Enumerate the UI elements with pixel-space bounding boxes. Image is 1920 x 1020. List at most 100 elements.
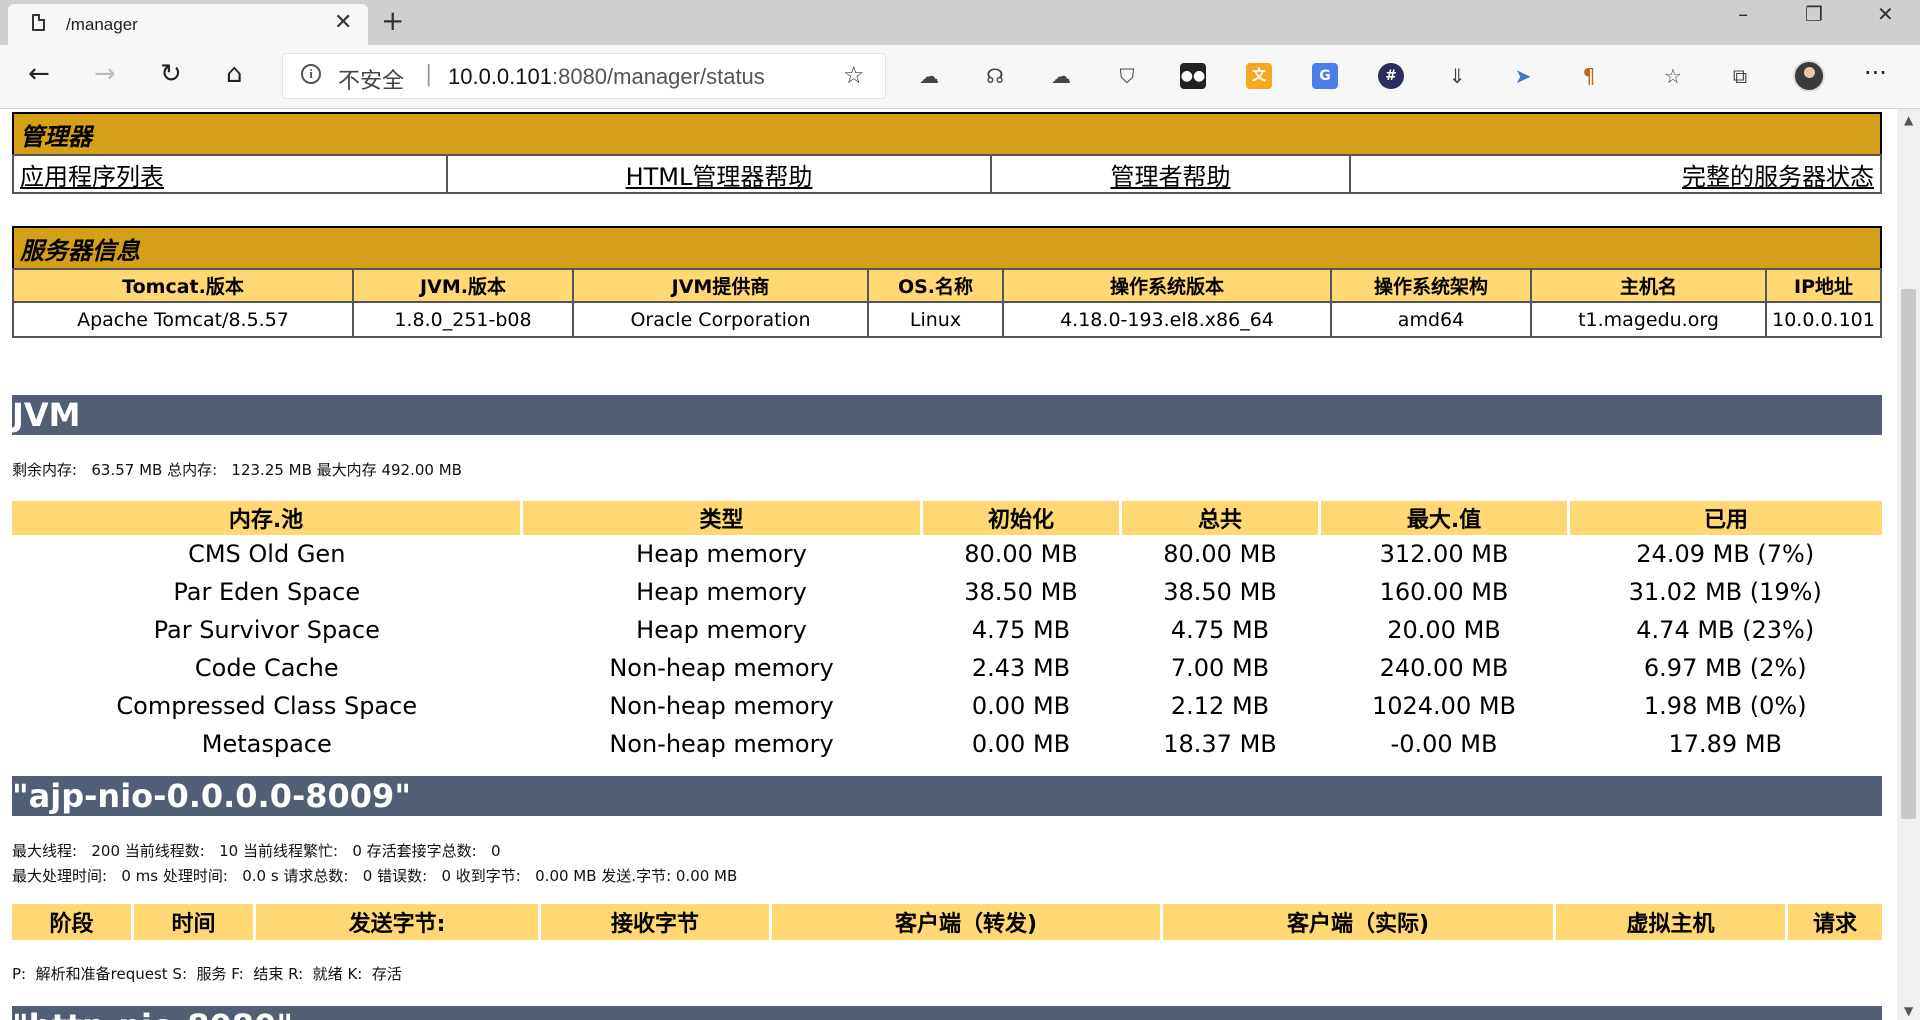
url-host: 10.0.0.101	[448, 64, 552, 89]
browser-toolbar: ← → ↻ ⌂ i 不安全 | 10.0.0.101:8080/manager/…	[0, 45, 1920, 109]
hostname-value: t1.magedu.org	[1530, 301, 1767, 338]
refresh-icon[interactable]: ↻	[160, 59, 182, 89]
thread-header-row: 阶段 时间 发送字节: 接收字节 客户端（转发) 客户端（实际) 虚拟主机 请求	[12, 904, 1882, 940]
page-icon	[32, 14, 45, 31]
address-bar[interactable]: i 不安全 | 10.0.0.101:8080/manager/status ☆	[282, 53, 886, 99]
stage-legend: P: 解析和准备request S: 服务 F: 结束 R: 就绪 K: 存活	[12, 965, 402, 983]
more-menu-icon[interactable]: ···	[1864, 59, 1887, 87]
server-info-header-row: Tomcat.版本 JVM.版本 JVM提供商 OS.名称 操作系统版本 操作系…	[12, 268, 1882, 303]
manager-table: 管理器 应用程序列表 HTML管理器帮助 管理者帮助 完整的服务器状态	[12, 112, 1882, 194]
info-icon[interactable]: i	[301, 64, 321, 84]
os-version-value: 4.18.0-193.el8.x86_64	[1002, 301, 1332, 338]
header-jvm-vendor: JVM提供商	[572, 268, 869, 303]
pool-total: 80.00 MB	[1163, 540, 1277, 568]
manager-link-cell: 应用程序列表	[12, 154, 448, 194]
manager-links-row: 应用程序列表 HTML管理器帮助 管理者帮助 完整的服务器状态	[12, 154, 1882, 194]
pool-maximum: 312.00 MB	[1379, 540, 1509, 568]
maximize-button[interactable]: ❐	[1805, 2, 1823, 26]
pool-name: Metaspace	[201, 730, 332, 758]
favorite-star-icon[interactable]: ☆	[843, 61, 865, 89]
scroll-up-icon[interactable]: ▲	[1904, 113, 1913, 127]
scroll-thumb[interactable]	[1901, 289, 1916, 819]
avatar[interactable]	[1793, 60, 1825, 92]
pool-name: CMS Old Gen	[188, 540, 346, 568]
header-type: 类型	[521, 501, 923, 535]
translate-icon[interactable]: 文	[1246, 63, 1272, 89]
url-path: :8080/manager/status	[551, 64, 765, 89]
complete-server-status-link[interactable]: 完整的服务器状态	[1682, 163, 1874, 191]
thread-table: 阶段 时间 发送字节: 接收字节 客户端（转发) 客户端（实际) 虚拟主机 请求	[12, 904, 1882, 940]
table-row: Compressed Class Space Non-heap memory 0…	[12, 687, 1882, 725]
scroll-down-icon[interactable]: ▼	[1904, 1004, 1913, 1018]
connector-requests-line: 最大处理时间: 0 ms 处理时间: 0.0 s 请求总数: 0 错误数: 0 …	[12, 867, 738, 885]
memory-pool-table: 内存.池 类型 初始化 总共 最大.值 已用 CMS Old Gen Heap …	[12, 501, 1882, 763]
pool-type: Heap memory	[636, 616, 807, 644]
header-bytes-sent: 发送字节:	[254, 904, 541, 940]
satellite-icon[interactable]: ☊	[982, 63, 1008, 89]
header-used: 已用	[1568, 501, 1882, 535]
back-arrow-icon[interactable]: ←	[28, 59, 50, 89]
header-bytes-received: 接收字节	[539, 904, 772, 940]
pool-maximum: 240.00 MB	[1379, 654, 1509, 682]
html-manager-help-link[interactable]: HTML管理器帮助	[626, 163, 813, 191]
shield-icon[interactable]: ⛉	[1114, 63, 1140, 89]
header-request: 请求	[1786, 904, 1882, 940]
manager-link-cell: 完整的服务器状态	[1349, 154, 1882, 194]
header-memory-pool: 内存.池	[12, 501, 523, 535]
manager-help-link[interactable]: 管理者帮助	[1111, 163, 1231, 191]
manager-link-cell: HTML管理器帮助	[446, 154, 992, 194]
os-arch-value: amd64	[1330, 301, 1532, 338]
pool-name: Par Eden Space	[173, 578, 361, 606]
security-label[interactable]: 不安全	[338, 63, 404, 95]
table-row: Metaspace Non-heap memory 0.00 MB 18.37 …	[12, 725, 1882, 763]
address-url[interactable]: 10.0.0.101:8080/manager/status	[448, 64, 765, 90]
tab-strip: /manager ✕ + – ❐ ✕	[0, 0, 1920, 45]
favorites-icon[interactable]: ☆	[1660, 63, 1686, 89]
header-os-name: OS.名称	[867, 268, 1004, 303]
header-stage: 阶段	[12, 904, 134, 940]
pool-total: 38.50 MB	[1163, 578, 1277, 606]
hashtag-icon[interactable]: #	[1378, 63, 1404, 89]
cloud-link-icon-2[interactable]: ☁	[1048, 63, 1074, 89]
jvm-vendor-value: Oracle Corporation	[572, 301, 869, 338]
pool-maximum: 1024.00 MB	[1371, 692, 1517, 720]
collections-icon[interactable]: ⧉	[1727, 63, 1753, 89]
pool-maximum: 160.00 MB	[1379, 578, 1509, 606]
header-jvm-version: JVM.版本	[352, 268, 574, 303]
page-scrollbar[interactable]: ▲ ▼	[1897, 109, 1920, 1020]
download-arrow-icon[interactable]: ⇓	[1444, 63, 1470, 89]
header-initial: 初始化	[921, 501, 1122, 535]
table-row: Code Cache Non-heap memory 2.43 MB 7.00 …	[12, 649, 1882, 687]
header-client-forwarded: 客户端（转发)	[770, 904, 1163, 940]
jvm-section-title: JVM	[12, 395, 1882, 435]
pool-initial: 80.00 MB	[964, 540, 1078, 568]
tampermonkey-icon[interactable]: ●●	[1180, 63, 1206, 89]
new-tab-button[interactable]: +	[381, 4, 404, 37]
pool-type: Heap memory	[636, 578, 807, 606]
pool-type: Non-heap memory	[609, 654, 834, 682]
browser-tab[interactable]: /manager ✕	[8, 4, 368, 45]
minimize-button[interactable]: –	[1738, 2, 1748, 26]
pool-type: Heap memory	[636, 540, 807, 568]
home-icon[interactable]: ⌂	[226, 59, 243, 89]
pool-name: Code Cache	[194, 654, 339, 682]
pool-type: Non-heap memory	[609, 692, 834, 720]
header-virtual-host: 虚拟主机	[1554, 904, 1788, 940]
google-translate-icon[interactable]: G	[1312, 63, 1338, 89]
forward-arrow-icon[interactable]: →	[94, 59, 116, 89]
pool-used: 31.02 MB (19%)	[1628, 578, 1822, 606]
paragraph-icon[interactable]: ¶	[1576, 63, 1602, 89]
tab-title: /manager	[66, 15, 138, 34]
pool-used: 17.89 MB	[1668, 730, 1782, 758]
pool-type: Non-heap memory	[609, 730, 834, 758]
address-separator: |	[425, 62, 433, 87]
pool-used: 6.97 MB (2%)	[1643, 654, 1807, 682]
cloud-link-icon[interactable]: ☁	[916, 63, 942, 89]
close-tab-icon[interactable]: ✕	[334, 10, 352, 35]
os-name-value: Linux	[867, 301, 1004, 338]
app-list-link[interactable]: 应用程序列表	[20, 163, 164, 191]
bird-icon[interactable]: ➤	[1510, 63, 1536, 89]
pool-total: 2.12 MB	[1170, 692, 1270, 720]
close-window-button[interactable]: ✕	[1877, 2, 1894, 26]
manager-title: 管理器	[12, 112, 1882, 156]
